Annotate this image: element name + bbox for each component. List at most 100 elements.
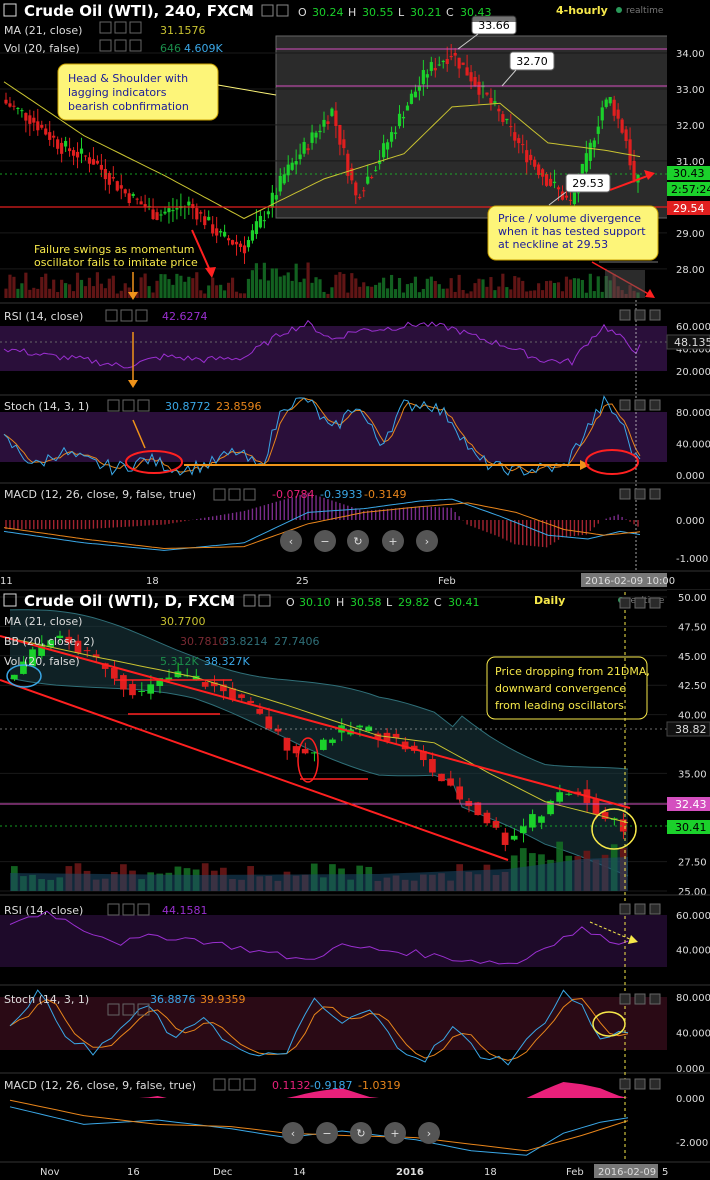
- candle-body: [493, 101, 497, 104]
- candle-body: [401, 116, 406, 119]
- bottom-date-label: Nov: [40, 1167, 60, 1178]
- volume-bar: [278, 276, 282, 298]
- volume-bar: [378, 282, 382, 298]
- bottom-rsi-label: RSI (14, close): [4, 904, 83, 917]
- candle-body: [320, 739, 327, 750]
- failure-arrow-2-head: [128, 380, 138, 388]
- bottom-nav-buttons: ‹ − ↻ + ›: [282, 1122, 440, 1144]
- candle-body: [71, 150, 76, 156]
- candle-body: [505, 118, 509, 121]
- volume-bar: [429, 276, 433, 298]
- plus-icon: +: [390, 1127, 399, 1140]
- candle-body: [99, 164, 103, 170]
- price-axis-tick: 34.00: [676, 49, 705, 60]
- volume-bar: [552, 282, 557, 298]
- candle-body: [265, 716, 273, 729]
- ohlc-l-label: L: [398, 6, 405, 19]
- chevron-left-icon: ‹: [289, 535, 293, 548]
- pane-window-icon: [619, 309, 631, 321]
- candle-body: [278, 175, 282, 192]
- pane-tool-icon: [137, 903, 150, 916]
- volume-bar: [163, 274, 167, 298]
- volume-bar: [95, 272, 99, 298]
- volume-bar: [75, 272, 80, 298]
- volume-bar: [28, 289, 32, 298]
- ohlc-c-value: 30.41: [448, 596, 480, 609]
- candle-body: [421, 70, 425, 85]
- volume-bar: [409, 283, 414, 298]
- candle-body: [120, 675, 127, 690]
- volume-bar: [40, 276, 44, 298]
- ohlc-o-label: O: [298, 6, 307, 19]
- pane-tool-icon: [213, 1078, 226, 1091]
- candle-body: [20, 110, 24, 112]
- plus-icon: +: [388, 535, 397, 548]
- volume-bar: [370, 286, 374, 298]
- price-tag-support-text: 29.54: [673, 202, 705, 215]
- volume-bar: [397, 277, 402, 298]
- volume-bar: [36, 288, 40, 298]
- volume-bar: [111, 275, 115, 298]
- candle-body: [175, 208, 179, 210]
- candle-body: [83, 155, 88, 157]
- candle-body: [138, 690, 145, 692]
- chevron-right-icon: ›: [427, 1127, 431, 1140]
- chevron-down-icon[interactable]: ▾: [228, 596, 234, 609]
- candle-body: [107, 173, 111, 185]
- volume-bar: [230, 277, 235, 298]
- volume-bar: [147, 286, 151, 298]
- bottom-bb-value3: 27.7406: [274, 635, 320, 648]
- candle-body: [342, 139, 346, 149]
- price-axis-tick: 50.00: [678, 593, 707, 604]
- price-tag-t1-text: 38.82: [675, 723, 707, 736]
- volume-bar: [266, 280, 270, 298]
- price-axis-tick: 25.00: [678, 887, 707, 898]
- volume-bar: [71, 291, 76, 298]
- volume-bar: [314, 277, 318, 298]
- volume-bar: [505, 287, 509, 298]
- candle-body: [497, 108, 501, 112]
- candle-body: [127, 193, 131, 204]
- candle-body: [338, 124, 342, 145]
- candle-body: [616, 109, 620, 119]
- volume-bar: [576, 278, 580, 298]
- candle-body: [456, 786, 464, 800]
- candle-body: [310, 752, 318, 754]
- chevron-down-icon[interactable]: ▾: [246, 6, 252, 19]
- pane-window-icon: [649, 597, 661, 609]
- candle-body: [449, 55, 453, 58]
- volume-bar: [215, 285, 219, 298]
- pane-window-icon: [649, 488, 661, 500]
- candle-body: [556, 792, 563, 802]
- pane-tool-icon: [107, 903, 120, 916]
- volume-bar: [167, 279, 171, 298]
- volume-bar: [326, 293, 330, 298]
- volume-bar: [258, 279, 262, 298]
- volume-bar: [242, 293, 247, 298]
- volume-bar: [568, 279, 573, 298]
- volume-bar: [437, 284, 441, 298]
- macd-axis-tick: 0.000: [676, 1094, 705, 1105]
- volume-bar: [537, 283, 541, 298]
- candle-body: [461, 62, 465, 65]
- pane-window-icon: [634, 488, 646, 500]
- pane-window-icon: [649, 399, 661, 411]
- annotation-line: downward convergence: [495, 682, 626, 695]
- ohlc-h-label: H: [336, 596, 344, 609]
- price-tag-current-text: 30.43: [673, 167, 705, 180]
- volume-bar: [207, 285, 211, 298]
- volume-bar: [52, 279, 56, 298]
- volume-bar: [521, 280, 525, 298]
- candle-body: [266, 211, 270, 215]
- volume-bar: [91, 286, 96, 298]
- volume-bar: [155, 280, 159, 298]
- minus-icon: −: [322, 1127, 331, 1140]
- bottom-date-label: Dec: [213, 1167, 232, 1178]
- volume-bar: [282, 275, 286, 298]
- pane-window-icon: [649, 993, 661, 1005]
- candle-body: [501, 832, 509, 845]
- candle-body: [389, 132, 394, 142]
- price-tag-current-text: 30.41: [675, 821, 707, 834]
- toggle-icon[interactable]: [3, 593, 17, 607]
- candle-body: [8, 103, 12, 107]
